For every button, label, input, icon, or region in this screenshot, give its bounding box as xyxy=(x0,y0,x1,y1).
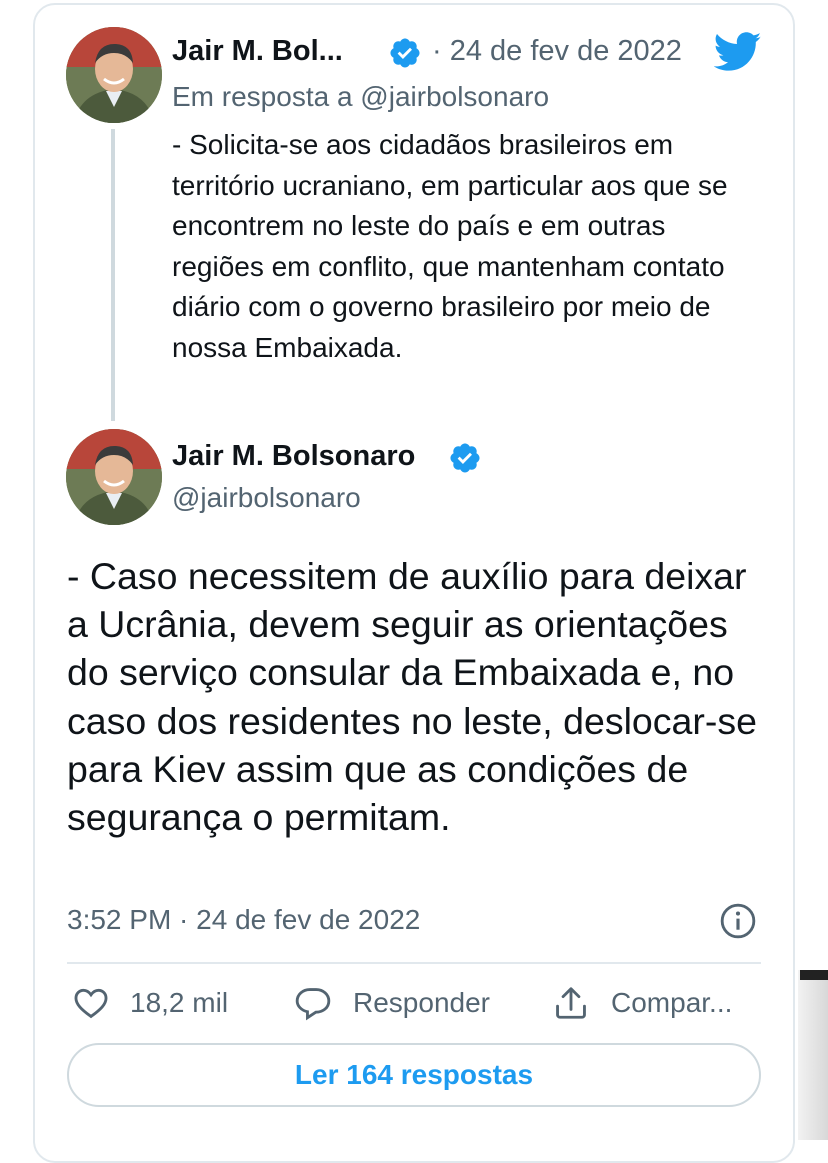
main-author-handle[interactable]: @jairbolsonaro xyxy=(172,482,361,514)
main-author-name[interactable]: Jair M. Bolsonaro xyxy=(172,440,415,473)
verified-badge-icon xyxy=(450,443,480,473)
thread-connector-line xyxy=(111,129,115,421)
reply-label: Responder xyxy=(353,987,490,1018)
reply-bubble-icon xyxy=(295,988,331,1021)
share-icon xyxy=(556,987,586,1019)
reply-tweet-text: - Solicita-se aos cidadãos brasileiros e… xyxy=(172,129,728,363)
background-page-edge xyxy=(798,970,828,1140)
like-button[interactable]: 18,2 mil xyxy=(72,984,228,1022)
reply-date[interactable]: · 24 de fev de 2022 xyxy=(432,35,682,68)
reply-author-name[interactable]: Jair M. Bol... xyxy=(172,35,343,68)
reply-button[interactable]: Responder xyxy=(294,984,490,1022)
like-count: 18,2 mil xyxy=(130,987,229,1018)
verified-badge-icon xyxy=(390,38,420,68)
heart-icon xyxy=(74,988,108,1019)
author-avatar[interactable] xyxy=(66,27,162,123)
twitter-bird-icon[interactable] xyxy=(714,31,762,73)
divider xyxy=(67,962,761,964)
read-replies-button[interactable]: Ler 164 respostas xyxy=(67,1043,761,1107)
author-avatar[interactable] xyxy=(66,429,162,525)
main-tweet-text: - Caso necessitem de auxílio para deixar… xyxy=(67,555,757,839)
share-button[interactable]: Compar... xyxy=(552,984,732,1022)
read-replies-label: Ler 164 respostas xyxy=(294,1059,534,1090)
tweet-timestamp[interactable]: 3:52 PM · 24 de fev de 2022 xyxy=(67,904,420,936)
share-label: Compar... xyxy=(611,987,733,1018)
in-reply-to[interactable]: Em resposta a @jairbolsonaro xyxy=(172,81,549,113)
info-icon[interactable] xyxy=(719,902,757,940)
